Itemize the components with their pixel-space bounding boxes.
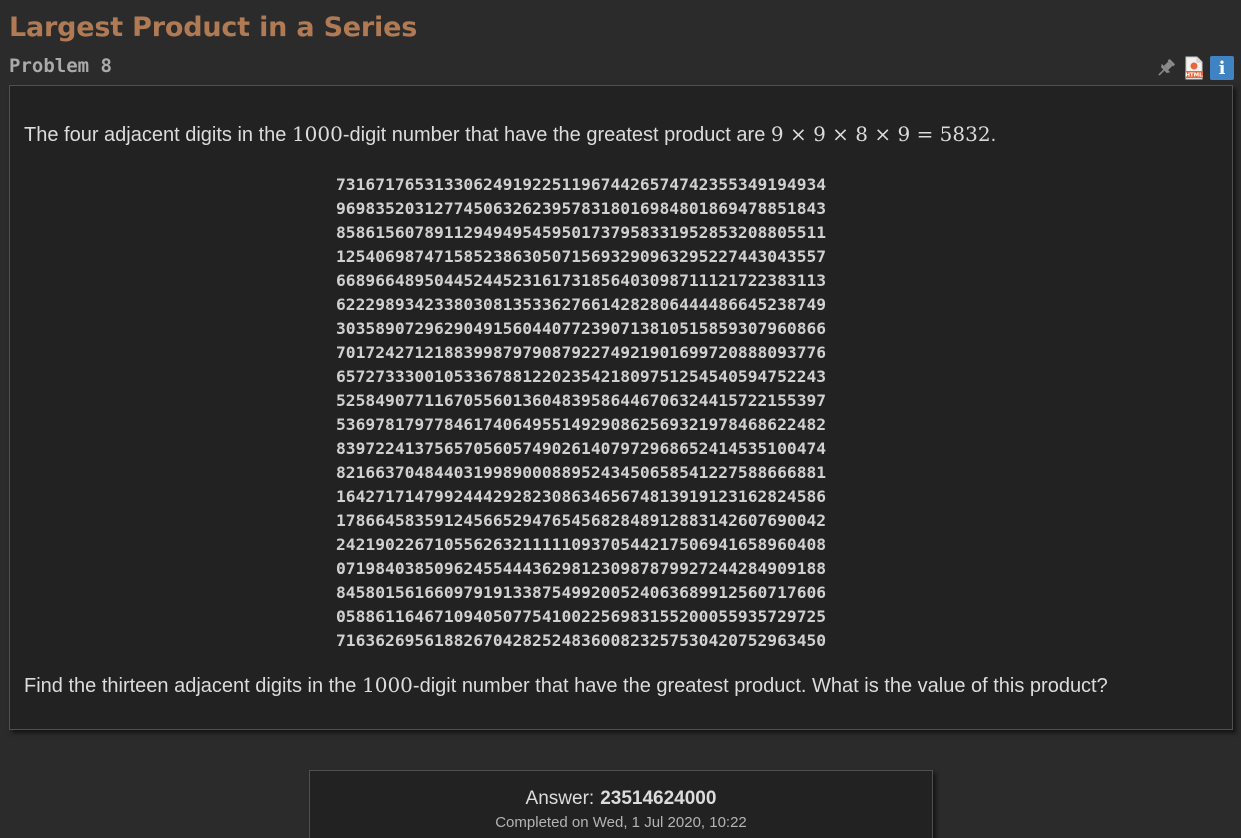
digit-row: 6222989342338030813533627661428280644448… xyxy=(336,295,827,314)
problem-toolbar: HTML i xyxy=(1154,56,1234,80)
intro-end-text: . xyxy=(990,124,997,146)
answer-value: 23514624000 xyxy=(600,788,717,809)
digit-row: 2421902267105562632111110937054421750694… xyxy=(336,535,827,554)
question-end-text: -digit number that have the greatest pro… xyxy=(412,675,1108,697)
problem-question-paragraph: Find the thirteen adjacent digits in the… xyxy=(24,673,1108,698)
answer-line: Answer: 23514624000 xyxy=(310,788,932,810)
info-icon[interactable]: i xyxy=(1210,56,1234,80)
intro-middle-text: -digit number that have the greatest pro… xyxy=(342,124,771,146)
digit-row: 6689664895044524452316173185640309871112… xyxy=(336,271,827,290)
problem-content: The four adjacent digits in the 1000-dig… xyxy=(9,85,1233,730)
html-badge-text: HTML xyxy=(1185,73,1203,79)
digit-row: 1642717147992444292823086346567481391912… xyxy=(336,487,827,506)
problem-number: Problem 8 xyxy=(9,55,112,77)
digit-row: 7316717653133062491922511967442657474235… xyxy=(336,175,827,194)
answer-panel: Answer: 23514624000 Completed on Wed, 1 J… xyxy=(309,770,933,838)
question-text: Find the thirteen adjacent digits in the xyxy=(24,675,362,697)
digit-row: 0719840385096245544436298123098787992724… xyxy=(336,559,827,578)
problem-title: Largest Product in a Series xyxy=(9,12,418,43)
digit-row: 6572733300105336788122023542180975125454… xyxy=(336,367,827,386)
digit-row: 5369781797784617406495514929086256932197… xyxy=(336,415,827,434)
digit-row: 5258490771167055601360483958644670632441… xyxy=(336,391,827,410)
completed-timestamp: Completed on Wed, 1 Jul 2020, 10:22 xyxy=(495,814,747,831)
digit-row: 8458015616609791913387549920052406368991… xyxy=(336,583,827,602)
digit-row: 7163626956188267042825248360082325753042… xyxy=(336,631,827,650)
example-product-math: 9 × 9 × 8 × 9 = 5832 xyxy=(770,122,991,146)
html-file-icon[interactable]: HTML xyxy=(1182,56,1206,80)
digit-row: 1254069874715852386305071569329096329522… xyxy=(336,247,827,266)
digit-row: 3035890729629049156044077239071381051585… xyxy=(336,319,827,338)
digit-row: 8586156078911294949545950173795833195285… xyxy=(336,223,827,242)
intro-text: The four adjacent digits in the xyxy=(24,124,292,146)
digit-row: 0588611646710940507754100225698315520005… xyxy=(336,607,827,626)
digit-block: 7316717653133062491922511967442657474235… xyxy=(336,173,826,653)
digit-count: 1000 xyxy=(291,122,343,146)
digit-row: 8397224137565705605749026140797296865241… xyxy=(336,439,827,458)
digit-row: 8216637048440319989000889524345065854122… xyxy=(336,463,827,482)
pin-icon[interactable] xyxy=(1154,56,1178,80)
digit-row: 9698352031277450632623957831801698480186… xyxy=(336,199,827,218)
digit-row: 1786645835912456652947654568284891288314… xyxy=(336,511,827,530)
answer-label: Answer: xyxy=(525,788,595,809)
digit-count: 1000 xyxy=(362,673,413,697)
problem-intro-paragraph: The four adjacent digits in the 1000-dig… xyxy=(24,122,996,147)
digit-row: 7017242712188399879790879227492190169972… xyxy=(336,343,827,362)
